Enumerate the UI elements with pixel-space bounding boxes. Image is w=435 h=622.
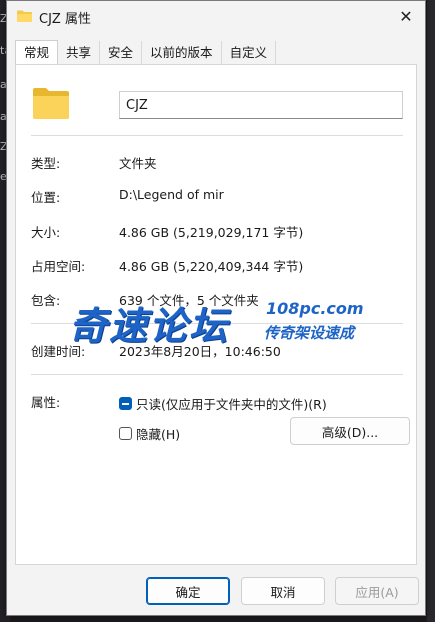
advanced-button[interactable]: 高级(D)... [290,417,410,445]
background-right-strip [427,0,435,622]
contains-value: 639 个文件，5 个文件夹 [119,293,259,308]
close-button[interactable]: ✕ [393,5,419,27]
close-icon: ✕ [399,6,413,26]
type-label: 类型: [31,156,61,171]
created-value: 2023年8月20日，10:46:50 [119,344,281,359]
attributes-label: 属性: [31,395,61,410]
location-label: 位置: [31,190,61,205]
folder-icon [17,10,32,22]
properties-dialog: CJZ 属性 ✕ 常规 共享 安全 以前的版本 自定义 类型: 文件夹 位置: … [6,0,426,616]
size-label: 大小: [31,225,61,240]
divider [31,374,403,375]
tab-general[interactable]: 常规 [15,40,59,65]
tab-previous-versions[interactable]: 以前的版本 [142,41,222,64]
ok-button[interactable]: 确定 [146,577,230,605]
folder-icon [33,88,69,119]
readonly-checkbox-row[interactable]: 只读(仅应用于文件夹中的文件)(R) [119,394,327,413]
window-title: CJZ 属性 [39,12,91,27]
cancel-button[interactable]: 取消 [241,577,325,605]
title-bar[interactable]: CJZ 属性 ✕ [7,1,425,33]
apply-button[interactable]: 应用(A) [335,577,419,605]
tab-security[interactable]: 安全 [100,41,143,64]
tab-bar: 常规 共享 安全 以前的版本 自定义 [15,40,277,65]
tab-customize[interactable]: 自定义 [222,41,277,64]
created-label: 创建时间: [31,344,86,359]
hidden-checkbox[interactable] [119,427,132,440]
disk-size-label: 占用空间: [31,259,86,274]
readonly-checkbox[interactable] [119,397,132,410]
contains-label: 包含: [31,293,61,308]
readonly-label: 只读(仅应用于文件夹中的文件)(R) [136,397,327,412]
tab-sharing[interactable]: 共享 [58,41,101,64]
general-panel: 类型: 文件夹 位置: D:\Legend of mir 大小: 4.86 GB… [15,64,417,565]
hidden-checkbox-row[interactable]: 隐藏(H) [119,424,180,443]
divider [31,323,403,324]
disk-size-value: 4.86 GB (5,220,409,344 字节) [119,259,304,274]
folder-name-input[interactable] [119,91,403,119]
location-value: D:\Legend of mir [119,187,224,202]
hidden-label: 隐藏(H) [136,427,181,442]
size-value: 4.86 GB (5,219,029,171 字节) [119,225,304,240]
divider [31,135,403,136]
type-value: 文件夹 [119,156,157,171]
